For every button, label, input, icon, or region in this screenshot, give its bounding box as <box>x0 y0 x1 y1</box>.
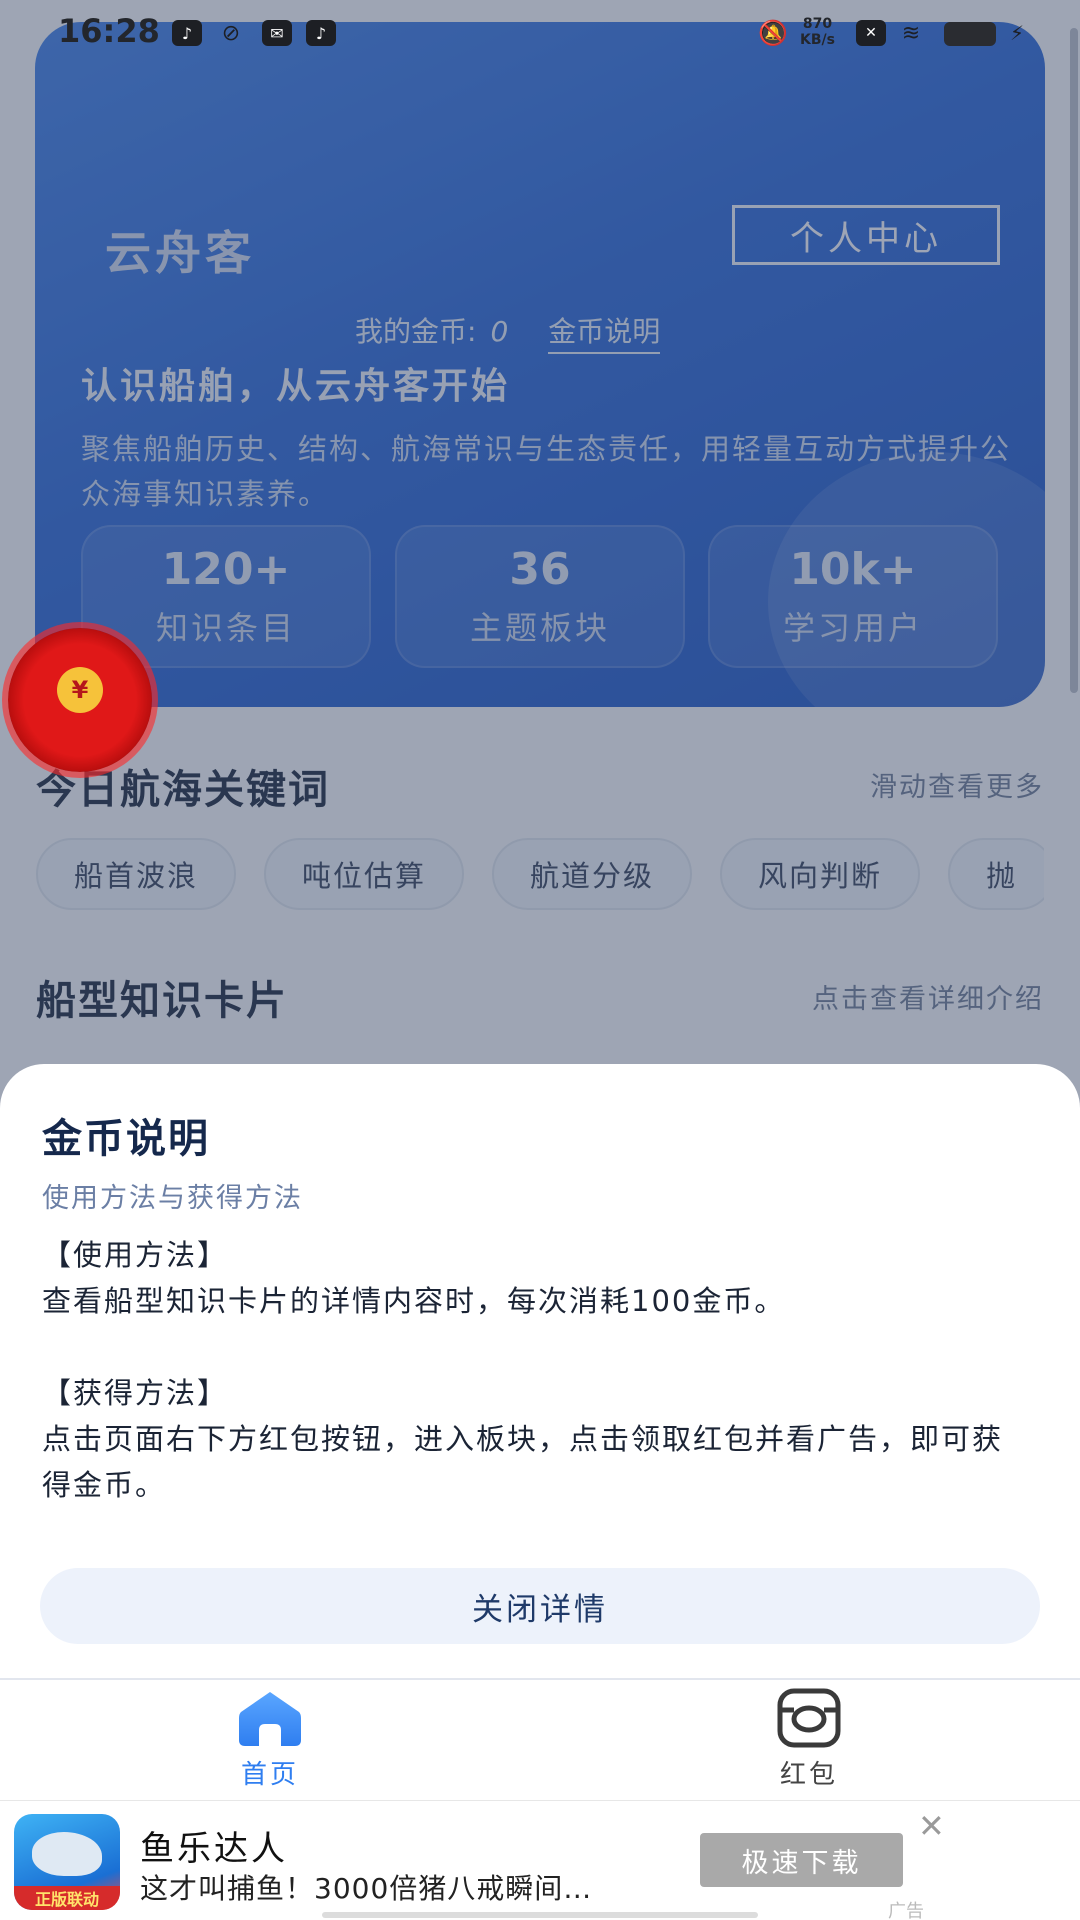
earn-heading: 【获得方法】 <box>42 1376 229 1410</box>
tab-home[interactable]: 首页 <box>170 1688 370 1798</box>
mail-icon: ✉ <box>262 20 292 46</box>
tab-redpacket[interactable]: 红包 <box>709 1688 909 1798</box>
home-icon <box>239 1692 301 1746</box>
sim-off-icon: ✕ <box>856 20 886 46</box>
home-indicator[interactable] <box>322 1912 758 1918</box>
ad-banner[interactable]: 正版联动 鱼乐达人 这才叫捕鱼！3000倍猪八戒瞬间… 极速下载 ✕ 广告 <box>0 1800 1080 1920</box>
mute-bell-icon: 🔕 <box>758 19 788 47</box>
use-heading: 【使用方法】 <box>42 1238 229 1272</box>
network-speed-unit: KB/s <box>800 32 835 48</box>
tab-redpacket-label: 红包 <box>779 1760 838 1790</box>
yuan-coin-icon: ¥ <box>57 667 103 713</box>
status-time: 16:28 <box>58 12 160 50</box>
tab-home-label: 首页 <box>240 1760 299 1790</box>
close-icon[interactable]: ✕ <box>918 1807 945 1845</box>
sheet-body: 【使用方法】 查看船型知识卡片的详情内容时，每次消耗100金币。 【获得方法】 … <box>42 1232 1022 1508</box>
ad-description: 这才叫捕鱼！3000倍猪八戒瞬间… <box>140 1872 593 1905</box>
shark-icon <box>32 1832 102 1876</box>
use-text: 查看船型知识卡片的详情内容时，每次消耗100金币。 <box>42 1284 786 1318</box>
sheet-subtitle: 使用方法与获得方法 <box>42 1183 303 1214</box>
earn-text: 点击页面右下方红包按钮，进入板块，点击领取红包并看广告，即可获得金币。 <box>42 1422 1004 1502</box>
network-speed-value: 870 <box>802 16 833 32</box>
game-app-icon: 正版联动 <box>14 1814 120 1910</box>
redpacket-camera-icon <box>777 1688 841 1748</box>
ad-icon-band: 正版联动 <box>14 1886 120 1910</box>
wifi-icon: ≋ <box>901 20 921 46</box>
ad-title: 鱼乐达人 <box>140 1829 288 1869</box>
ad-download-button[interactable]: 极速下载 <box>700 1833 903 1887</box>
charging-icon: ⚡ <box>1009 21 1025 45</box>
tiktok-icon: ♪ <box>306 20 336 46</box>
tiktok-icon: ♪ <box>172 20 202 46</box>
ad-tag: 广告 <box>888 1901 924 1920</box>
status-bar: 16:28 ♪ ⊘ ✉ ♪ 🔕 870 KB/s ✕ ≋ ⚡ <box>0 0 1080 66</box>
network-speed: 870 KB/s <box>800 16 835 48</box>
floating-redpacket-button[interactable]: ¥ <box>8 628 152 772</box>
coin-info-sheet: 金币说明 使用方法与获得方法 【使用方法】 查看船型知识卡片的详情内容时，每次消… <box>0 1064 1080 1679</box>
link-icon: ⊘ <box>221 20 241 46</box>
battery-icon <box>944 22 996 46</box>
close-details-button[interactable]: 关闭详情 <box>40 1568 1040 1644</box>
sheet-title: 金币说明 <box>42 1116 210 1162</box>
bottom-tab-bar: 首页 红包 <box>0 1678 1080 1800</box>
